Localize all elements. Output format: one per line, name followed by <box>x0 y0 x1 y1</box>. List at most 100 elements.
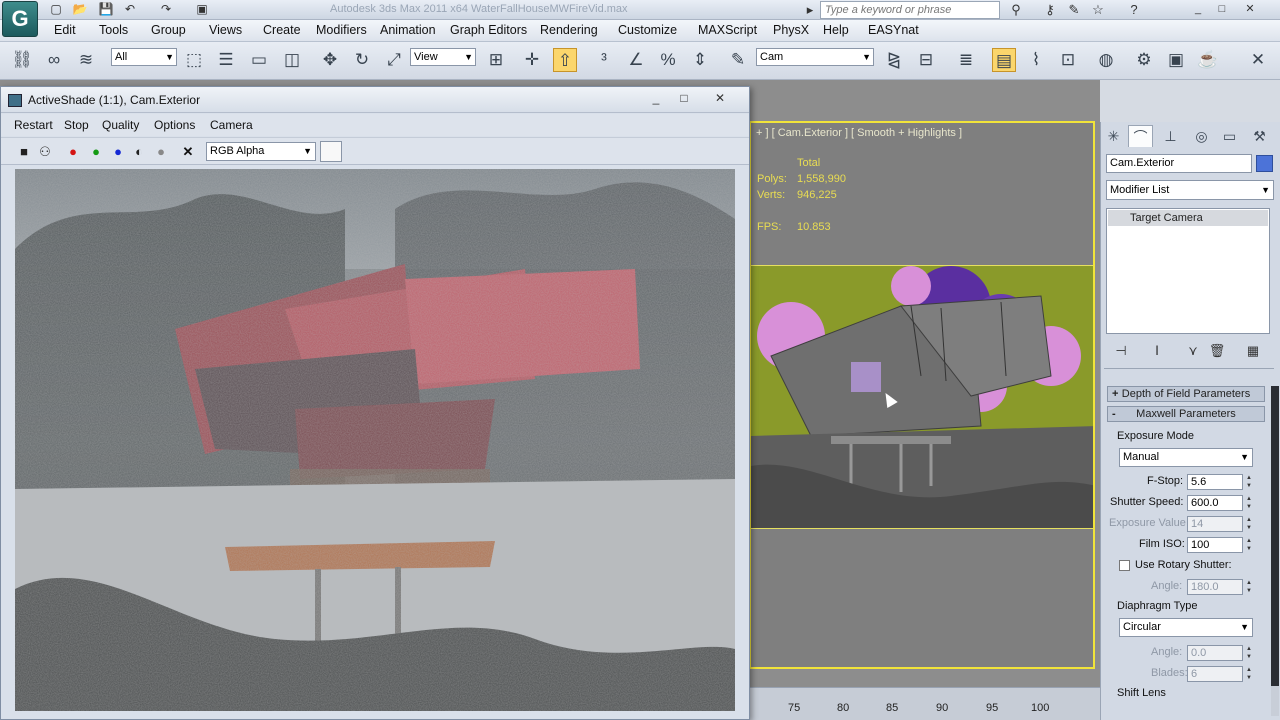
named-selection-dropdown[interactable]: Cam ▼ <box>756 48 874 66</box>
motion-tab-icon[interactable]: ◎ <box>1189 125 1214 147</box>
clone-window-icon[interactable]: ⚇ <box>37 144 53 160</box>
save-file-icon[interactable]: 💾 <box>96 1 116 18</box>
rotary-shutter-checkbox[interactable] <box>1119 560 1130 571</box>
green-channel-icon[interactable]: ● <box>88 144 104 160</box>
schematic-view-icon[interactable]: ⊡ <box>1056 48 1080 72</box>
hierarchy-tab-icon[interactable]: ⊥ <box>1158 125 1183 147</box>
percent-snap-icon[interactable]: % <box>656 48 680 72</box>
as-menu-stop[interactable]: Stop <box>64 118 89 132</box>
monochrome-icon[interactable]: ● <box>153 144 169 160</box>
search-input[interactable]: Type a keyword or phrase <box>820 1 1000 19</box>
menu-maxscript[interactable]: MAXScript <box>698 23 757 37</box>
rollout-maxwell-parameters[interactable]: - Maxwell Parameters <box>1107 406 1265 422</box>
menu-rendering[interactable]: Rendering <box>540 23 598 37</box>
create-tab-icon[interactable]: ✳ <box>1101 125 1126 147</box>
as-menu-options[interactable]: Options <box>154 118 195 132</box>
layer-manager-icon[interactable]: ≣ <box>954 48 978 72</box>
selection-filter-dropdown[interactable]: All ▼ <box>111 48 177 66</box>
open-file-icon[interactable]: 📂 <box>70 1 90 18</box>
rollout-dof-parameters[interactable]: + Depth of Field Parameters <box>1107 386 1265 402</box>
menu-easynat[interactable]: EASYnat <box>868 23 919 37</box>
mirror-icon[interactable]: ⧎ <box>882 48 906 72</box>
close-icon[interactable]: ✕ <box>1240 1 1260 17</box>
show-end-result-icon[interactable]: Ⅰ <box>1147 342 1167 360</box>
move-icon[interactable]: ✥ <box>318 48 342 72</box>
fstop-spinner[interactable]: 5.6 <box>1187 474 1243 490</box>
as-menu-quality[interactable]: Quality <box>102 118 139 132</box>
menu-animation[interactable]: Animation <box>380 23 436 37</box>
background-color-swatch[interactable] <box>320 141 342 162</box>
menu-views[interactable]: Views <box>209 23 242 37</box>
stack-item-target-camera[interactable]: Target Camera <box>1108 210 1268 226</box>
object-name-field[interactable]: Cam.Exterior <box>1106 154 1252 173</box>
configure-sets-icon[interactable]: ▦ <box>1243 342 1263 360</box>
modifier-list-dropdown[interactable]: Modifier List ▼ <box>1106 180 1274 200</box>
render-setup-icon[interactable]: ⚙ <box>1132 48 1156 72</box>
object-color-swatch[interactable] <box>1256 155 1273 172</box>
binoculars-icon[interactable]: ⚲ <box>1006 1 1026 19</box>
unlink-icon[interactable]: ∞ <box>42 48 66 72</box>
align-icon[interactable]: ⊟ <box>914 48 938 72</box>
film-iso-spinner[interactable]: 100 <box>1187 537 1243 553</box>
pin-stack-icon[interactable]: ⊣ <box>1111 342 1131 360</box>
alpha-channel-icon[interactable]: ◐ <box>131 144 147 160</box>
keyboard-shortcut-override-icon[interactable]: ⇧ <box>553 48 577 72</box>
rendered-frame-icon[interactable]: ▣ <box>1164 48 1188 72</box>
diaphragm-type-dropdown[interactable]: Circular ▼ <box>1119 618 1253 637</box>
project-folder-icon[interactable]: ▣ <box>192 1 212 18</box>
menu-help[interactable]: Help <box>823 23 849 37</box>
bind-space-warp-icon[interactable]: ≋ <box>74 48 98 72</box>
curve-editor-icon[interactable]: ⌇ <box>1024 48 1048 72</box>
select-by-name-icon[interactable]: ☰ <box>214 48 238 72</box>
display-tab-icon[interactable]: ▭ <box>1217 125 1242 147</box>
make-unique-icon[interactable]: ⋎ <box>1183 342 1203 360</box>
save-image-icon[interactable]: ■ <box>16 144 32 160</box>
rect-selection-icon[interactable]: ▭ <box>247 48 271 72</box>
select-manipulate-icon[interactable]: ✛ <box>520 48 544 72</box>
as-menu-restart[interactable]: Restart <box>14 118 53 132</box>
close-icon[interactable]: ✕ <box>709 90 731 106</box>
maximize-icon[interactable]: □ <box>1212 1 1232 17</box>
red-channel-icon[interactable]: ● <box>65 144 81 160</box>
communication-icon[interactable]: ✎ <box>1064 1 1084 19</box>
blue-channel-icon[interactable]: ● <box>110 144 126 160</box>
menu-group[interactable]: Group <box>151 23 186 37</box>
display-channel-dropdown[interactable]: RGB Alpha ▼ <box>206 142 316 161</box>
menu-tools[interactable]: Tools <box>99 23 128 37</box>
app-logo[interactable]: G <box>2 1 38 37</box>
command-panel-scrollbar[interactable] <box>1271 386 1279 716</box>
minimize-icon[interactable]: _ <box>645 90 667 106</box>
render-production-icon[interactable]: ☕ <box>1196 48 1220 72</box>
new-file-icon[interactable]: ▢ <box>46 1 66 18</box>
menu-graph-editors[interactable]: Graph Editors <box>450 23 527 37</box>
timeline-ruler[interactable]: 75 80 85 90 95 100 <box>750 687 1100 720</box>
ref-coord-dropdown[interactable]: View ▼ <box>410 48 476 66</box>
select-object-icon[interactable]: ⬚ <box>182 48 206 72</box>
shutter-speed-spinner[interactable]: 600.0 <box>1187 495 1243 511</box>
scrollbar-thumb[interactable] <box>1271 386 1279 686</box>
menu-edit[interactable]: Edit <box>54 23 76 37</box>
scale-icon[interactable]: ⤢ <box>382 48 406 72</box>
pivot-center-icon[interactable]: ⊞ <box>484 48 508 72</box>
link-icon[interactable]: ⛓ <box>10 48 34 72</box>
snaps-toggle-icon[interactable]: ³ <box>592 48 616 72</box>
camera-viewport[interactable]: + ] [ Cam.Exterior ] [ Smooth + Highligh… <box>749 121 1095 669</box>
undo-icon[interactable]: ↶ <box>120 1 140 18</box>
spinner-arrows-icon[interactable]: ▲ ▼ <box>1244 537 1254 553</box>
utilities-tab-icon[interactable]: ⚒ <box>1247 125 1272 147</box>
menu-create[interactable]: Create <box>263 23 301 37</box>
viewport-label[interactable]: + ] [ Cam.Exterior ] [ Smooth + Highligh… <box>756 127 962 139</box>
key-icon[interactable]: ⚷ <box>1040 1 1060 19</box>
exposure-mode-dropdown[interactable]: Manual ▼ <box>1119 448 1253 467</box>
graphite-ribbon-icon[interactable]: ▤ <box>992 48 1016 72</box>
angle-snap-icon[interactable]: ∠ <box>624 48 648 72</box>
edit-named-sets-icon[interactable]: ✎ <box>726 48 750 72</box>
maximize-icon[interactable]: □ <box>673 90 695 106</box>
spinner-arrows-icon[interactable]: ▲ ▼ <box>1244 474 1254 490</box>
close-toolbar-icon[interactable]: ✕ <box>1246 48 1270 72</box>
menu-customize[interactable]: Customize <box>618 23 677 37</box>
as-menu-camera[interactable]: Camera <box>210 118 253 132</box>
window-crossing-icon[interactable]: ◫ <box>280 48 304 72</box>
favorites-star-icon[interactable]: ☆ <box>1088 1 1108 19</box>
menu-modifiers[interactable]: Modifiers <box>316 23 367 37</box>
